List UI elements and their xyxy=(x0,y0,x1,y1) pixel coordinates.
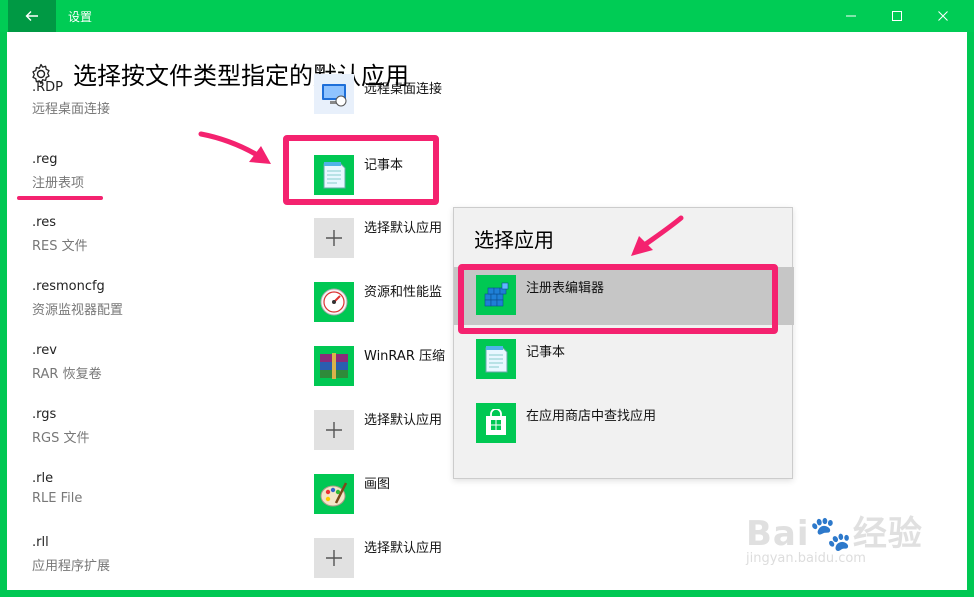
choose-default-app-button[interactable] xyxy=(314,410,354,450)
default-app-button[interactable] xyxy=(314,282,354,322)
default-app-name[interactable]: 画图 xyxy=(364,473,390,492)
notepad-icon xyxy=(485,346,508,373)
title-bar: 设置 xyxy=(0,0,974,32)
file-type-description: RES 文件 xyxy=(32,239,88,254)
annotation-highlight-box xyxy=(458,264,778,334)
back-button[interactable] xyxy=(8,0,56,32)
file-extension: .rle xyxy=(32,471,54,486)
back-arrow-icon xyxy=(25,11,38,21)
resource-monitor-icon xyxy=(320,288,348,316)
winrar-icon xyxy=(320,353,348,379)
app-option-label: 记事本 xyxy=(526,345,566,360)
file-type-description: RGS 文件 xyxy=(32,431,90,446)
remote-desktop-icon xyxy=(322,84,347,107)
plus-icon xyxy=(326,422,342,438)
window-title: 设置 xyxy=(68,10,93,24)
file-extension: .rgs xyxy=(32,407,57,422)
file-extension: .rev xyxy=(32,343,57,358)
list-item: .reg 注册表项 记事本 xyxy=(7,152,967,212)
plus-icon xyxy=(326,230,342,246)
app-option-store[interactable]: 在应用商店中查找应用 xyxy=(454,395,794,453)
file-extension: .resmoncfg xyxy=(32,279,105,294)
file-type-description: 注册表项 xyxy=(32,176,85,191)
file-type-description: 资源监视器配置 xyxy=(32,303,124,318)
close-button[interactable] xyxy=(920,0,966,32)
default-app-name[interactable]: 选择默认应用 xyxy=(364,409,442,428)
paint-icon xyxy=(320,482,348,507)
default-app-name[interactable]: WinRAR 压缩 xyxy=(364,345,445,364)
file-type-description: 应用程序扩展 xyxy=(32,559,111,574)
file-type-description: RAR 恢复卷 xyxy=(32,367,102,382)
minimize-icon xyxy=(846,15,856,17)
app-icon-box xyxy=(476,339,516,379)
plus-icon xyxy=(326,550,342,566)
default-app-button[interactable] xyxy=(314,346,354,386)
store-icon xyxy=(486,409,506,435)
minimize-button[interactable] xyxy=(828,0,874,32)
default-app-button[interactable] xyxy=(314,474,354,514)
file-extension: .rll xyxy=(32,535,49,550)
annotation-arrow-icon xyxy=(631,215,684,256)
annotation-highlight-box xyxy=(283,135,439,205)
app-option-label: 在应用商店中查找应用 xyxy=(526,409,657,424)
settings-content: 选择按文件类型指定的默认应用 .RDP 远程桌面连接 远程桌面连接 .reg 注… xyxy=(7,32,967,590)
watermark-logo: Bai🐾经验 xyxy=(746,514,923,554)
maximize-button[interactable] xyxy=(874,0,920,32)
choose-default-app-button[interactable] xyxy=(314,538,354,578)
file-extension: .RDP xyxy=(32,80,64,95)
app-option-notepad[interactable]: 记事本 xyxy=(454,331,794,389)
close-icon xyxy=(938,11,948,21)
default-app-name[interactable]: 选择默认应用 xyxy=(364,217,442,236)
annotation-underline xyxy=(17,196,103,200)
file-type-description: 远程桌面连接 xyxy=(32,102,111,117)
default-app-name[interactable]: 远程桌面连接 xyxy=(364,78,442,97)
file-type-description: RLE File xyxy=(32,491,83,506)
app-icon-box xyxy=(476,403,516,443)
annotation-arrow-icon xyxy=(198,131,271,164)
maximize-icon xyxy=(892,11,902,21)
default-app-name[interactable]: 选择默认应用 xyxy=(364,537,442,556)
default-app-button[interactable] xyxy=(314,74,354,114)
file-extension: .reg xyxy=(32,152,58,167)
flyout-title: 选择应用 xyxy=(474,228,554,252)
choose-default-app-button[interactable] xyxy=(314,218,354,258)
list-item: .RDP 远程桌面连接 远程桌面连接 xyxy=(7,74,967,134)
watermark: Bai🐾经验 jingyan.baidu.com xyxy=(746,506,923,566)
file-extension: .res xyxy=(32,215,56,230)
default-app-name[interactable]: 资源和性能监 xyxy=(364,281,442,300)
